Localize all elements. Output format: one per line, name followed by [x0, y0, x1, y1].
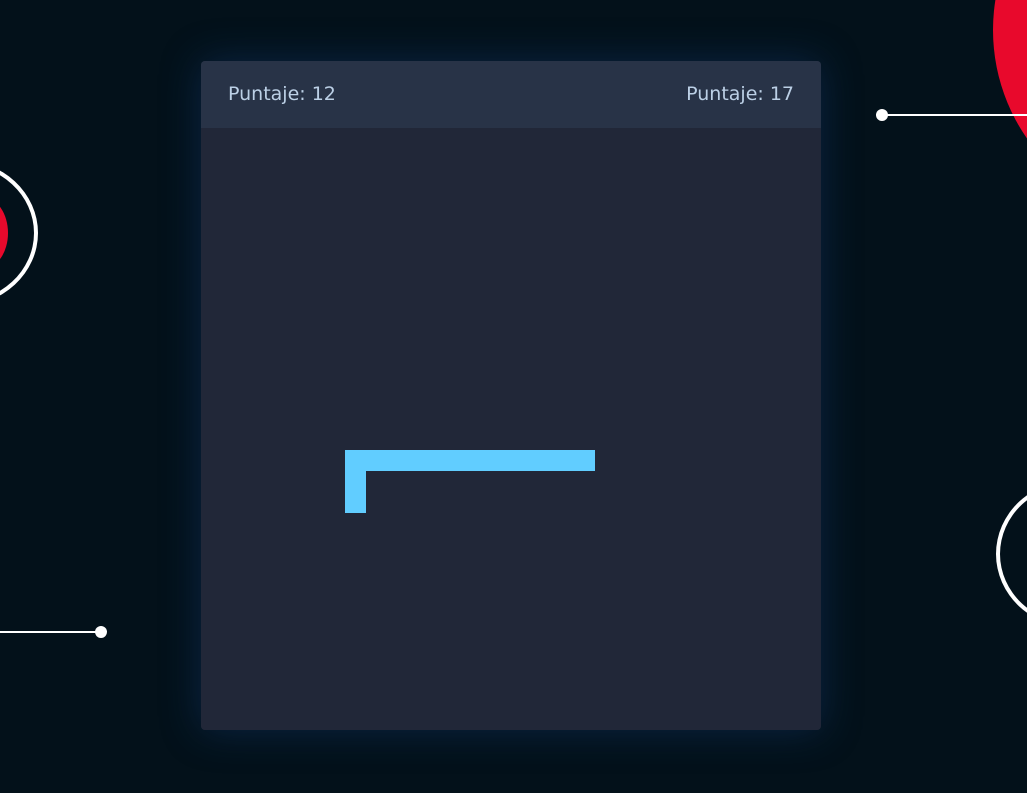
- snake-segment: [511, 450, 533, 472]
- snake-segment: [365, 450, 387, 472]
- snake-segment: [552, 450, 574, 472]
- decorative-dot-right: [876, 109, 888, 121]
- game-board[interactable]: [201, 128, 821, 730]
- decorative-ring-right: [996, 480, 1027, 628]
- score-player-left: Puntaje: 12: [228, 83, 336, 105]
- decorative-line-left: [0, 631, 100, 633]
- game-card: Puntaje: 12 Puntaje: 17: [201, 61, 821, 730]
- snake-head: [573, 450, 595, 472]
- snake-segment: [428, 450, 450, 472]
- snake-segment: [448, 450, 470, 472]
- snake-segment: [531, 450, 553, 472]
- snake-segment: [345, 450, 367, 472]
- decorative-line-right: [882, 114, 1027, 116]
- game-page: Puntaje: 12 Puntaje: 17: [0, 0, 1027, 793]
- snake-segment: [345, 491, 367, 513]
- snake-segment: [469, 450, 491, 472]
- decorative-red-circle: [993, 0, 1027, 220]
- snake-segment: [407, 450, 429, 472]
- decorative-dot-left: [95, 626, 107, 638]
- snake-segment: [345, 470, 367, 492]
- score-bar: Puntaje: 12 Puntaje: 17: [201, 61, 821, 128]
- snake-segment: [386, 450, 408, 472]
- score-player-right: Puntaje: 17: [686, 83, 794, 105]
- snake-segment: [490, 450, 512, 472]
